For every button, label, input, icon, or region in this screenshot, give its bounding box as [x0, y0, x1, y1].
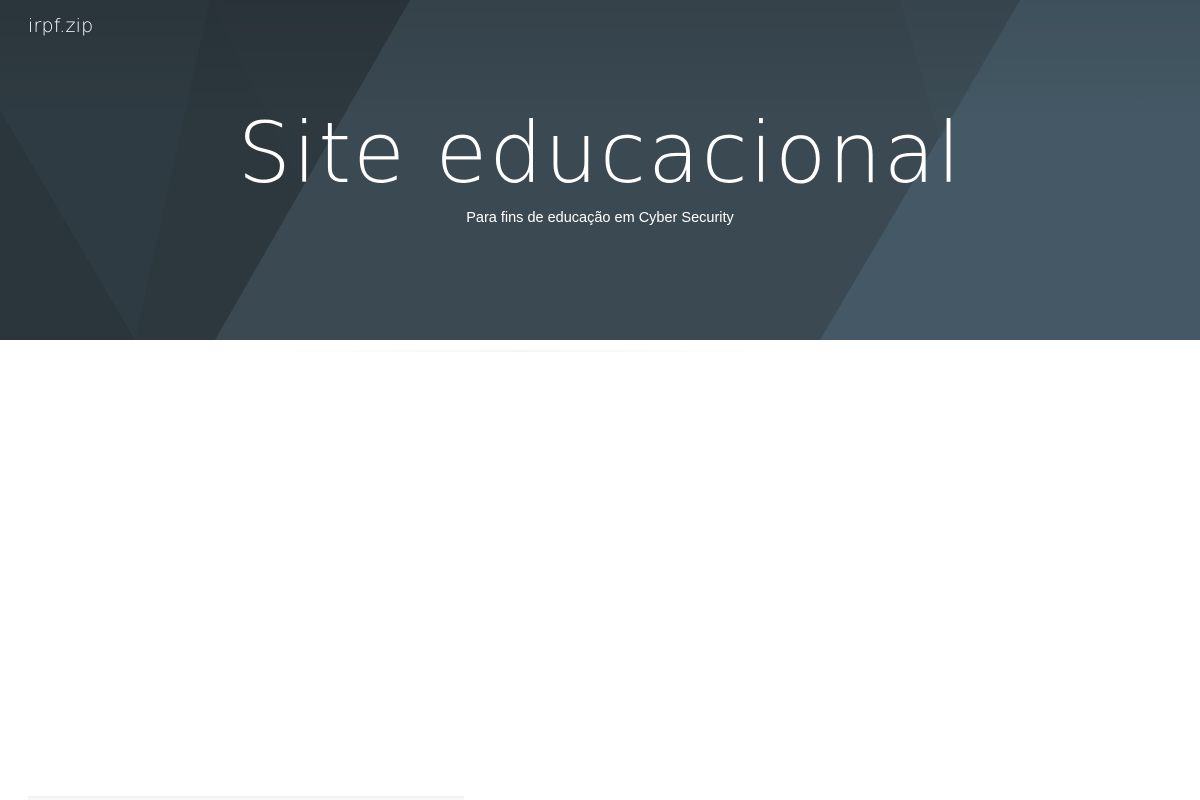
hero-subtitle: Para fins de educação em Cyber Security: [466, 210, 734, 226]
hero-title: Site educacional: [237, 104, 963, 202]
hero-banner: irpf.zip Site educacional Para fins de e…: [0, 0, 1200, 340]
site-name-link[interactable]: irpf.zip: [28, 15, 93, 37]
content-divider: [220, 350, 820, 352]
bottom-divider: [28, 796, 464, 800]
main-content: [0, 340, 1200, 800]
page: irpf.zip Site educacional Para fins de e…: [0, 0, 1200, 800]
